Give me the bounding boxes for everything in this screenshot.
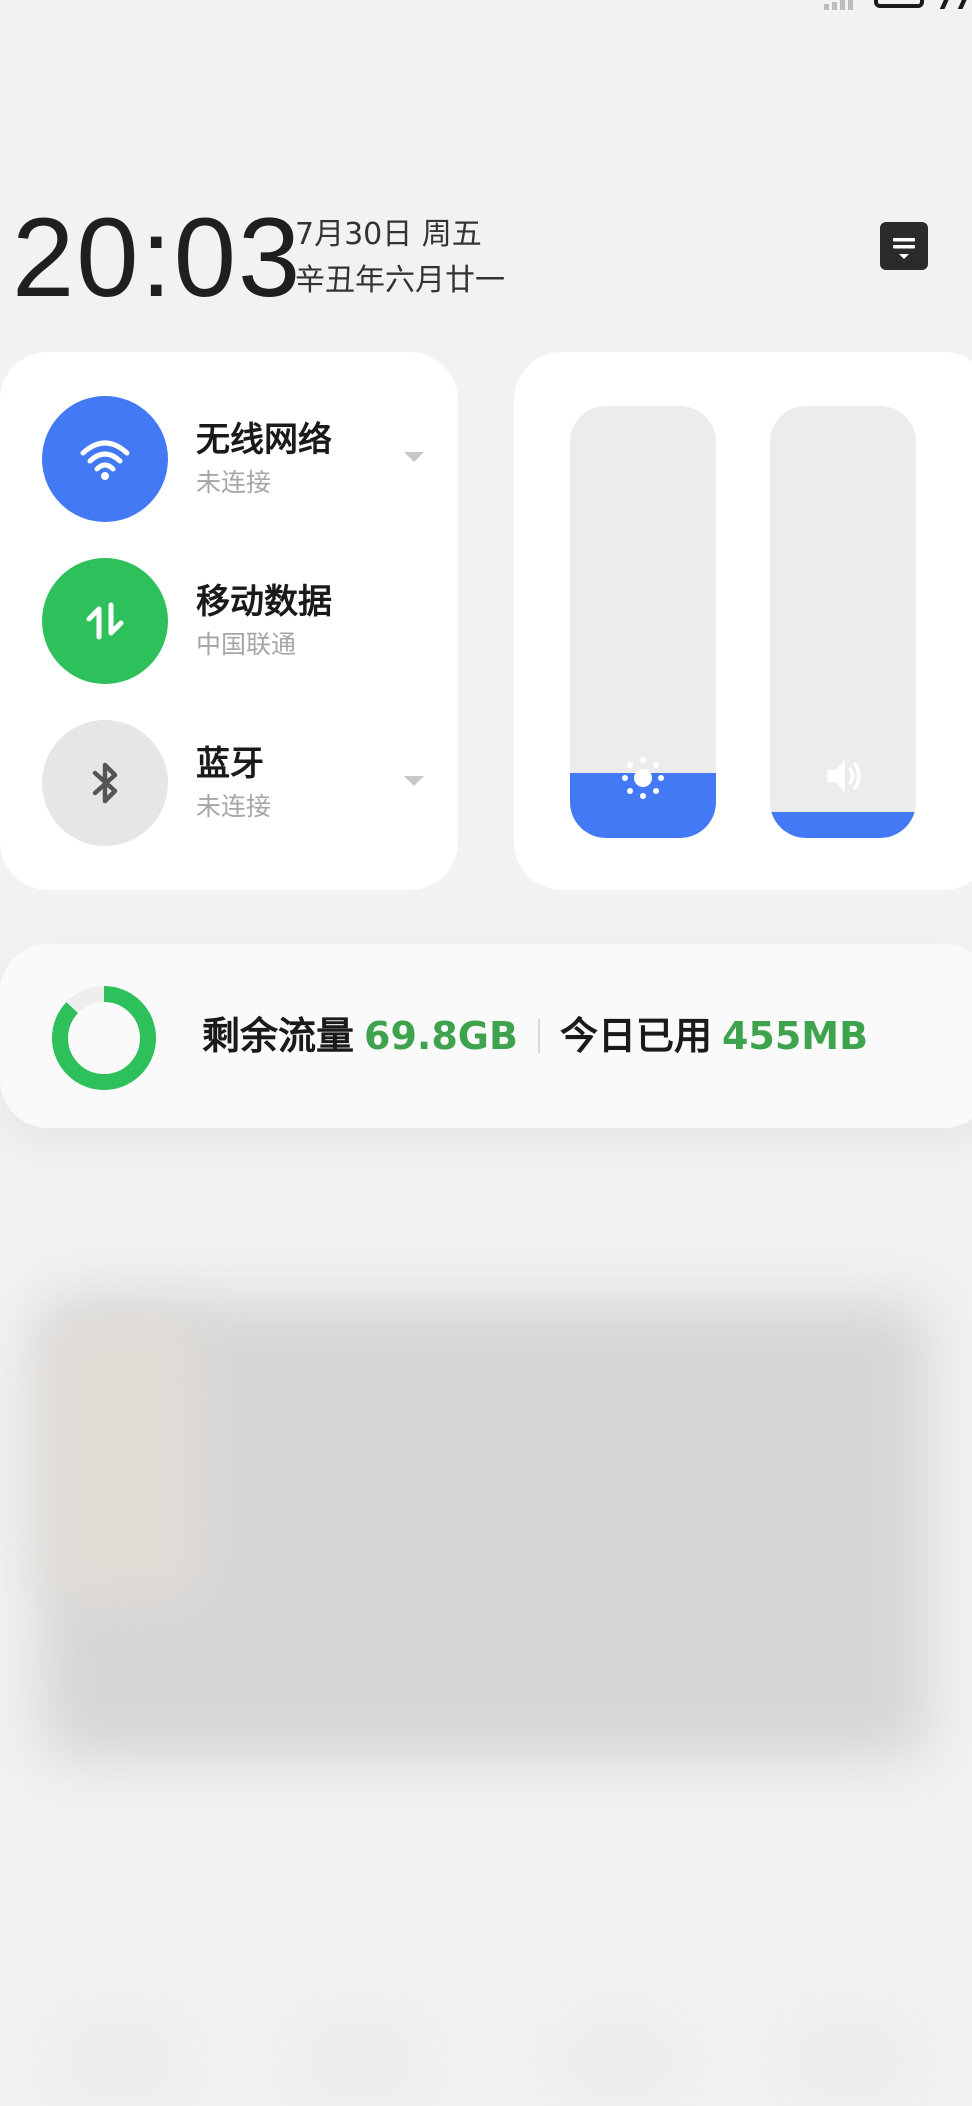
notes-button[interactable]	[880, 222, 928, 270]
data-transfer-icon	[86, 602, 124, 640]
speaker-icon	[819, 752, 867, 800]
blurred-dock-item	[790, 2020, 910, 2100]
status-bar: 77	[812, 0, 972, 20]
divider	[537, 1019, 540, 1053]
sun-icon	[619, 754, 667, 802]
wifi-status: 未连接	[196, 468, 272, 497]
data-usage-ring	[52, 986, 156, 1090]
blurred-dock-item	[300, 2020, 420, 2100]
lunar-date-text: 辛丑年六月廿一	[295, 263, 505, 298]
chevron-down-icon[interactable]	[404, 452, 424, 462]
date-text: 7月30日 周五	[295, 217, 482, 252]
toggle-wifi[interactable]: 无线网络 未连接	[42, 396, 432, 522]
battery-level: 77	[935, 0, 972, 16]
wifi-title: 无线网络	[196, 420, 332, 460]
wifi-toggle-button[interactable]	[42, 396, 168, 522]
bluetooth-icon	[92, 762, 118, 804]
today-used-label: 今日已用	[559, 1014, 712, 1058]
clock-time[interactable]: 20:03	[12, 198, 302, 318]
mobile-data-title: 移动数据	[196, 582, 332, 622]
blurred-dock-item	[560, 2020, 680, 2100]
mobile-data-toggle-button[interactable]	[42, 558, 168, 684]
bluetooth-title: 蓝牙	[196, 744, 264, 784]
blurred-background	[0, 1240, 972, 2106]
data-usage-text: 剩余流量 69.8GB 今日已用 455MB	[202, 1008, 868, 1064]
battery-icon	[874, 0, 924, 8]
blurred-image	[50, 1320, 200, 1600]
signal-icon	[824, 0, 853, 10]
volume-slider-fill	[770, 812, 916, 838]
chevron-down-icon[interactable]	[404, 776, 424, 786]
volume-slider[interactable]	[770, 406, 916, 838]
sliders-card	[514, 352, 972, 890]
wifi-icon	[80, 440, 130, 480]
data-usage-card[interactable]: 剩余流量 69.8GB 今日已用 455MB	[0, 944, 972, 1128]
remaining-data-label: 剩余流量	[202, 1014, 355, 1058]
today-used-value: 455MB	[721, 1014, 869, 1058]
note-icon	[893, 238, 915, 259]
brightness-slider[interactable]	[570, 406, 716, 838]
toggle-bluetooth[interactable]: 蓝牙 未连接	[42, 720, 432, 846]
connectivity-card: 无线网络 未连接 移动数据 中国联通 蓝牙 未连接	[0, 352, 458, 890]
remaining-data-value: 69.8GB	[364, 1014, 518, 1058]
date-block[interactable]: 7月30日 周五 辛丑年六月廿一	[295, 212, 505, 304]
toggle-mobile-data[interactable]: 移动数据 中国联通	[42, 558, 432, 684]
bluetooth-status: 未连接	[196, 792, 272, 821]
bluetooth-toggle-button[interactable]	[42, 720, 168, 846]
blurred-dock-item	[60, 2020, 180, 2100]
mobile-data-carrier: 中国联通	[196, 630, 297, 659]
